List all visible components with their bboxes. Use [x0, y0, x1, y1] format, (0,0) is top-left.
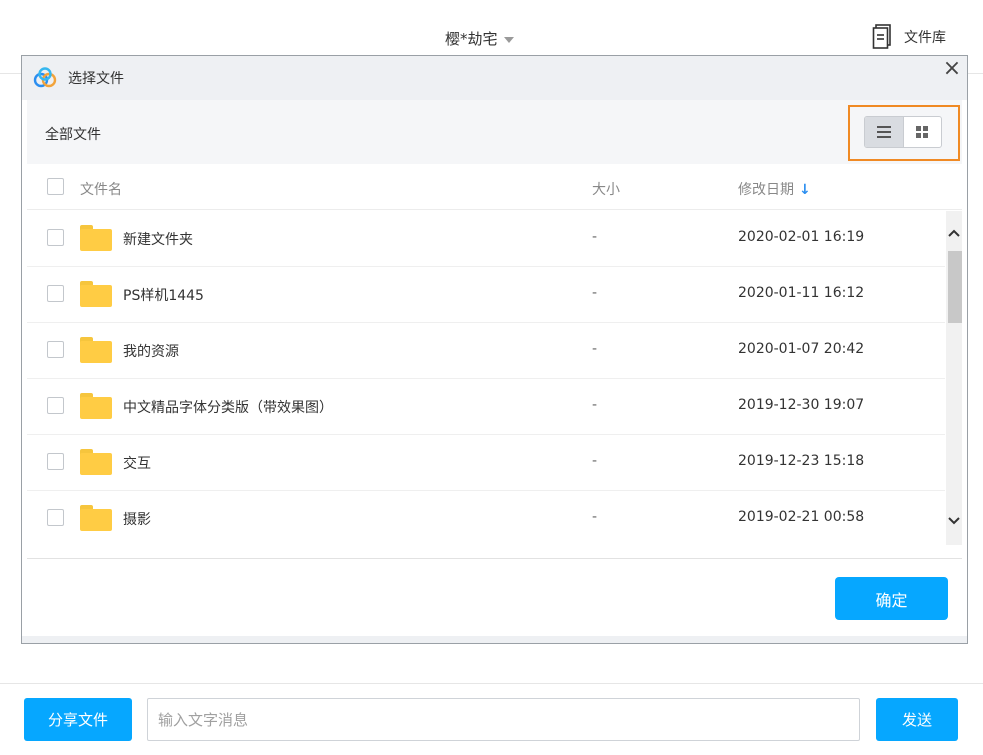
- select-all-checkbox[interactable]: [47, 178, 64, 195]
- column-header-modified[interactable]: 修改日期 ↓: [738, 179, 811, 199]
- file-name: 中文精品字体分类版（带效果图）: [123, 400, 333, 416]
- close-icon[interactable]: ×: [940, 58, 964, 82]
- file-modified: 2020-01-11 16:12: [738, 285, 865, 301]
- row-checkbox[interactable]: [47, 397, 64, 414]
- table-row[interactable]: 我的资源 - 2020-01-07 20:42: [27, 323, 945, 379]
- file-name: PS样机1445: [123, 288, 204, 304]
- share-file-button[interactable]: 分享文件: [24, 698, 132, 741]
- file-name: 我的资源: [123, 344, 179, 360]
- chat-title-dropdown[interactable]: 樱*劫宅: [445, 28, 514, 49]
- file-size: -: [592, 453, 598, 469]
- file-modified: 2020-01-07 20:42: [738, 341, 865, 357]
- file-modified: 2019-12-30 19:07: [738, 397, 865, 413]
- message-input[interactable]: [147, 698, 860, 741]
- list-view-button[interactable]: [865, 117, 904, 147]
- dialog-header: 选择文件 ×: [22, 56, 967, 100]
- table-row[interactable]: 新建文件夹 - 2020-02-01 16:19: [27, 211, 945, 267]
- chat-title: 樱*劫宅: [445, 30, 498, 48]
- vertical-scrollbar[interactable]: [946, 211, 962, 545]
- column-header-name[interactable]: 文件名: [80, 179, 122, 199]
- baidu-netdisk-logo-icon: [33, 67, 57, 88]
- grid-view-icon: [916, 126, 929, 138]
- file-size: -: [592, 229, 598, 245]
- chevron-down-icon[interactable]: [946, 511, 962, 531]
- file-size: -: [592, 509, 598, 525]
- file-size: -: [592, 285, 598, 301]
- sort-descending-icon: ↓: [799, 182, 811, 198]
- dialog-footer: 确定: [27, 558, 962, 636]
- file-name: 摄影: [123, 512, 151, 528]
- grid-view-button[interactable]: [904, 117, 942, 147]
- file-modified: 2019-12-23 15:18: [738, 453, 865, 469]
- row-checkbox[interactable]: [47, 453, 64, 470]
- file-list: 新建文件夹 - 2020-02-01 16:19 PS样机1445 - 2020…: [27, 211, 945, 545]
- table-row[interactable]: 摄影 - 2019-02-21 00:58: [27, 491, 945, 545]
- document-icon: [872, 24, 891, 49]
- dialog-bottom-strip: [22, 636, 967, 643]
- scrollbar-thumb[interactable]: [948, 251, 962, 323]
- chevron-up-icon[interactable]: [946, 223, 962, 243]
- table-row[interactable]: PS样机1445 - 2020-01-11 16:12: [27, 267, 945, 323]
- folder-icon: [80, 225, 112, 251]
- file-modified: 2020-02-01 16:19: [738, 229, 865, 245]
- row-checkbox[interactable]: [47, 229, 64, 246]
- file-name: 新建文件夹: [123, 232, 193, 248]
- file-name: 交互: [123, 456, 151, 472]
- file-modified: 2019-02-21 00:58: [738, 509, 865, 525]
- row-checkbox[interactable]: [47, 285, 64, 302]
- message-composer: 分享文件 发送: [0, 683, 983, 755]
- folder-icon: [80, 505, 112, 531]
- folder-icon: [80, 449, 112, 475]
- table-row[interactable]: 中文精品字体分类版（带效果图） - 2019-12-30 19:07: [27, 379, 945, 435]
- confirm-button[interactable]: 确定: [835, 577, 948, 620]
- breadcrumb-all-files[interactable]: 全部文件: [45, 124, 101, 144]
- folder-icon: [80, 337, 112, 363]
- file-size: -: [592, 397, 598, 413]
- dialog-title: 选择文件: [68, 71, 124, 87]
- file-table-header: 文件名 大小 修改日期 ↓: [27, 164, 962, 210]
- file-size: -: [592, 341, 598, 357]
- table-row[interactable]: 交互 - 2019-12-23 15:18: [27, 435, 945, 491]
- caret-down-icon: [503, 36, 514, 43]
- file-library-label: 文件库: [904, 30, 946, 46]
- send-button[interactable]: 发送: [876, 698, 958, 741]
- list-view-icon: [876, 126, 891, 138]
- breadcrumb: 全部文件: [27, 100, 962, 164]
- row-checkbox[interactable]: [47, 341, 64, 358]
- row-checkbox[interactable]: [47, 509, 64, 526]
- column-header-size[interactable]: 大小: [592, 179, 620, 199]
- view-mode-toggle: [864, 116, 942, 148]
- folder-icon: [80, 281, 112, 307]
- folder-icon: [80, 393, 112, 419]
- select-file-dialog: 选择文件 × 全部文件 文件名 大小 修改日期 ↓ 新建文件夹 - 2020-0…: [21, 55, 968, 644]
- column-header-modified-label: 修改日期: [738, 182, 794, 198]
- file-library-button[interactable]: 文件库: [872, 24, 946, 50]
